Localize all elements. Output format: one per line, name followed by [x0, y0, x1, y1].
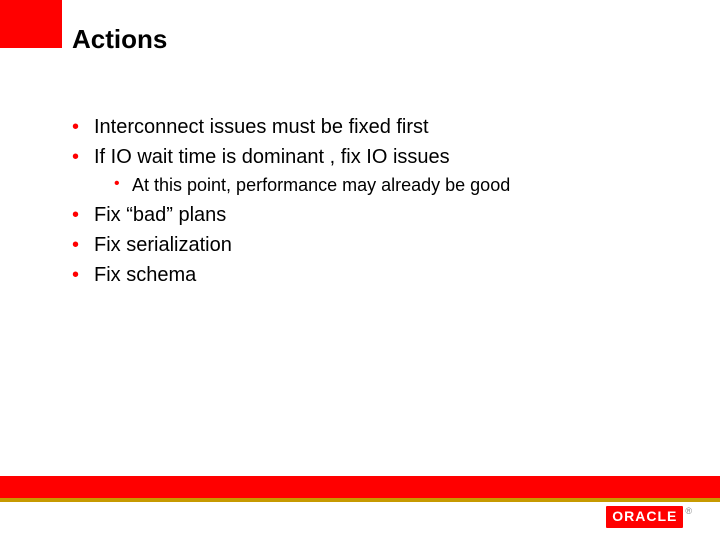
registered-mark: ® — [685, 506, 692, 516]
bullet-text: Fix schema — [94, 264, 196, 286]
slide-body: Interconnect issues must be fixed first … — [72, 112, 680, 290]
bullet-item: Fix “bad” plans — [72, 200, 680, 230]
bullet-text: Fix “bad” plans — [94, 204, 226, 226]
bullet-item: Fix serialization — [72, 230, 680, 260]
header-accent-block — [0, 0, 62, 48]
bullet-item: Fix schema — [72, 260, 680, 290]
oracle-logo-box: ORACLE — [606, 506, 683, 528]
oracle-logo: ORACLE ® — [606, 506, 692, 528]
slide-title: Actions — [72, 24, 167, 55]
bullet-text: Fix serialization — [94, 234, 232, 256]
oracle-logo-text: ORACLE — [612, 508, 677, 524]
bullet-text: At this point, performance may already b… — [132, 175, 510, 195]
bullet-list: Interconnect issues must be fixed first … — [72, 112, 680, 290]
slide: Actions Interconnect issues must be fixe… — [0, 0, 720, 540]
bullet-text: Interconnect issues must be fixed first — [94, 116, 429, 138]
footer-bar — [0, 476, 720, 502]
bullet-item: If IO wait time is dominant , fix IO iss… — [72, 142, 680, 200]
bullet-text: If IO wait time is dominant , fix IO iss… — [94, 146, 450, 168]
bullet-item: Interconnect issues must be fixed first — [72, 112, 680, 142]
sub-bullet-list: At this point, performance may already b… — [94, 172, 680, 200]
sub-bullet-item: At this point, performance may already b… — [114, 172, 680, 200]
